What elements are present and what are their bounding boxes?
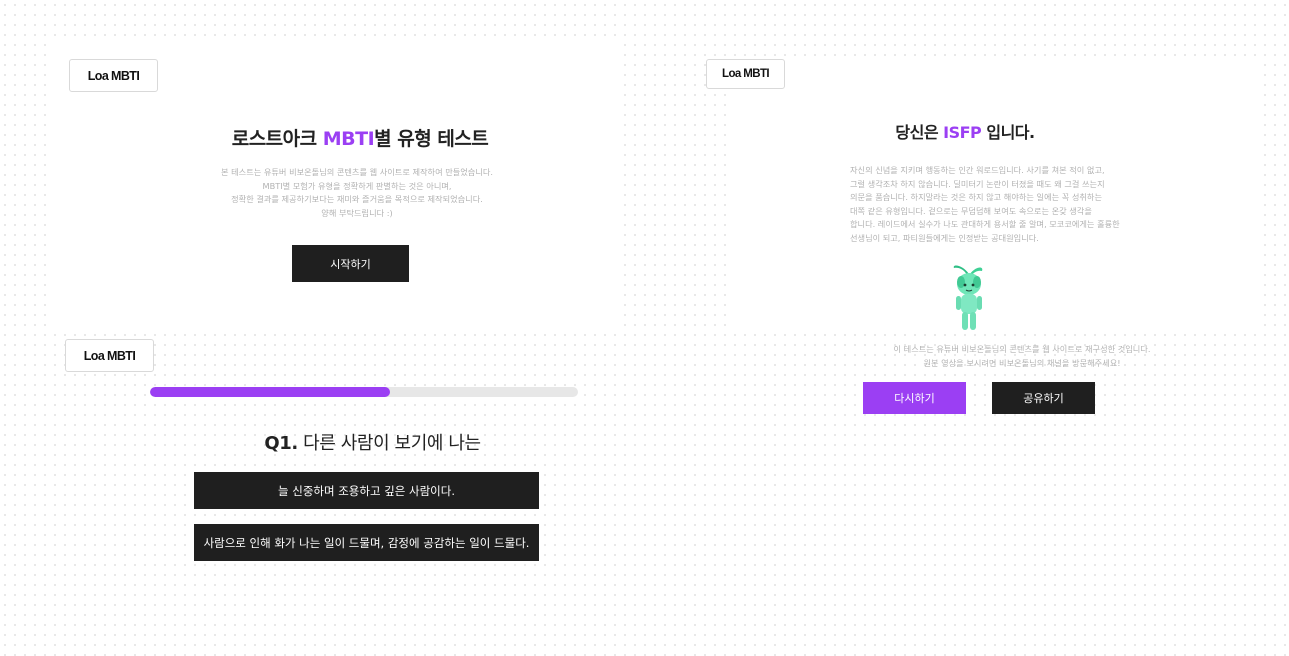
result-description-line: 의문을 품습니다. 하지말라는 것은 하지 않고 해야하는 일에는 꼭 성취하는 — [850, 192, 1103, 203]
result-description: 자신의 신념을 지키며 행동하는 인간 워로드입니다. 사기를 쳐본 적이 없고… — [850, 164, 1150, 246]
logo[interactable]: Loa MBTI — [65, 339, 154, 372]
result-title-suffix: 입니다. — [981, 123, 1035, 142]
share-button[interactable]: 공유하기 — [992, 382, 1095, 414]
answer-button-b[interactable]: 사람으로 인해 화가 나는 일이 드물며, 감정에 공감하는 일이 드물다. — [194, 524, 539, 561]
logo[interactable]: Loa MBTI — [69, 59, 158, 92]
result-type: ISFP — [943, 123, 982, 142]
answer-button-a[interactable]: 늘 신중하며 조용하고 깊은 사람이다. — [194, 472, 539, 509]
intro-title: 로스트아크 MBTI별 유형 테스트 — [150, 124, 570, 151]
mokoko-character-icon — [944, 262, 994, 334]
result-note-line: 원본 영상을 보시려면 비보온돌님의 채널을 방문해주세요! — [923, 357, 1121, 368]
intro-description-line: 정확한 결과를 제공하기보다는 재미와 즐거움을 목적으로 제작되었습니다. — [231, 194, 483, 205]
result-title-prefix: 당신은 — [895, 123, 944, 142]
question-title: Q1. 다른 사람이 보기에 나는 — [200, 429, 545, 455]
retry-button[interactable]: 다시하기 — [863, 382, 966, 414]
result-description-line: 자신의 신념을 지키며 행동하는 인간 워로드입니다. 사기를 쳐본 적이 없고… — [850, 165, 1105, 175]
result-description-line: 합니다. 레이드에서 실수가 나도 관대하게 용서할 줄 알며, 모코코에게는 … — [850, 219, 1120, 230]
result-description-line: 대쪽 같은 유형입니다. 겉으로는 무덤덤해 보여도 속으로는 온갖 생각을 — [850, 205, 1092, 216]
result-description-line: 선생님이 되고, 파티원들에게는 인정받는 공대원입니다. — [850, 232, 1039, 243]
result-title: 당신은 ISFP 입니다. — [800, 119, 1130, 143]
character-image — [953, 265, 983, 330]
result-description-line: 그럴 생각조차 하지 않습니다. 딜미터기 논란이 터졌을 때도 왜 그걸 쓰는… — [850, 178, 1105, 189]
intro-description-line: 양해 부탁드립니다 :) — [321, 207, 393, 218]
intro-description-line: MBTI별 모험가 유형을 정확하게 판별하는 것은 아니며, — [262, 180, 452, 191]
intro-description: 본 테스트는 유튜버 비보온돌님의 콘텐츠를 웹 사이트로 제작하여 만들었습니… — [150, 166, 564, 220]
intro-title-suffix: 별 유형 테스트 — [374, 128, 489, 150]
question-number: Q1. — [264, 433, 298, 454]
result-note-line: 이 테스트는 유튜버 비보온돌님의 콘텐츠를 웹 사이트로 재구성한 것입니다. — [893, 344, 1151, 354]
intro-description-line: 본 테스트는 유튜버 비보온돌님의 콘텐츠를 웹 사이트로 제작하여 만들었습니… — [221, 167, 493, 177]
start-button[interactable]: 시작하기 — [292, 245, 409, 282]
intro-title-prefix: 로스트아크 — [231, 128, 323, 150]
progress-bar — [150, 387, 578, 397]
logo[interactable]: Loa MBTI — [706, 59, 785, 89]
progress-bar-fill — [150, 387, 390, 397]
question-text: 다른 사람이 보기에 나는 — [297, 433, 481, 454]
result-note: 이 테스트는 유튜버 비보온돌님의 콘텐츠를 웹 사이트로 재구성한 것입니다.… — [820, 343, 1224, 370]
intro-title-accent: MBTI — [322, 128, 375, 150]
